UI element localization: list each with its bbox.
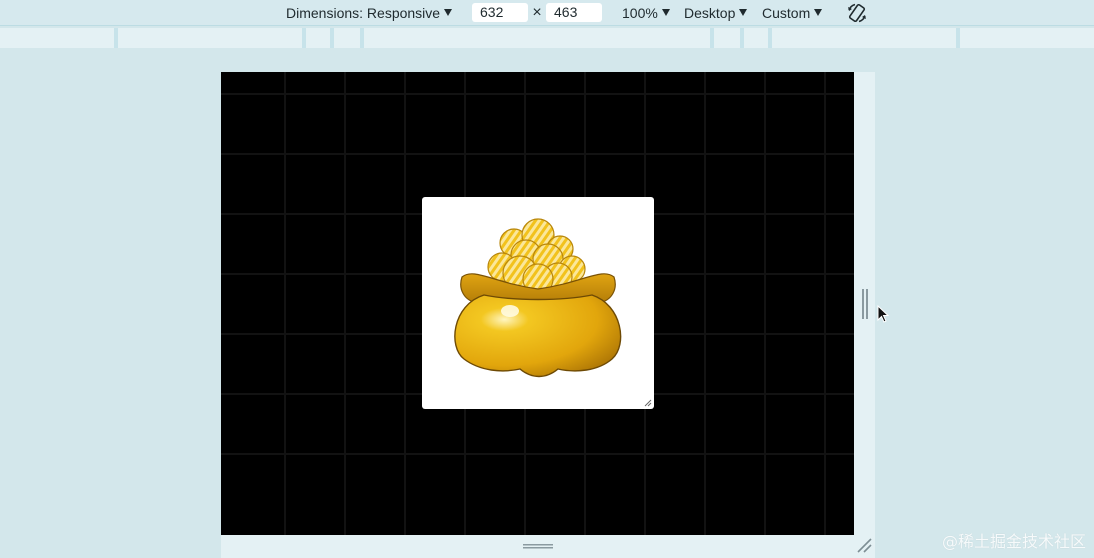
width-input[interactable]: 632 — [472, 3, 528, 22]
dimensions-dropdown[interactable]: Dimensions: Responsive — [286, 0, 453, 26]
horizontal-resize-handle-icon[interactable] — [523, 543, 553, 551]
media-query-segment[interactable] — [772, 28, 956, 48]
times-separator: × — [532, 4, 542, 21]
pot-of-gold-illustration — [454, 218, 622, 378]
mouse-cursor-icon — [877, 305, 889, 323]
media-query-segment[interactable] — [960, 28, 1094, 48]
device-type-label: Desktop — [684, 5, 736, 21]
corner-resize-handle-icon[interactable] — [856, 537, 873, 554]
media-query-segment[interactable] — [744, 28, 768, 48]
rotate-icon[interactable] — [846, 2, 868, 24]
height-input[interactable]: 463 — [546, 3, 602, 22]
chevron-down-icon — [739, 9, 748, 16]
emulated-viewport — [221, 72, 854, 535]
chevron-down-icon — [444, 9, 453, 16]
chevron-down-icon — [661, 9, 670, 16]
dimensions-label: Dimensions: Responsive — [286, 5, 441, 21]
media-query-segment[interactable] — [714, 28, 740, 48]
media-query-segment[interactable] — [118, 28, 302, 48]
vertical-resize-handle-icon[interactable] — [861, 289, 869, 319]
chevron-down-icon — [814, 9, 823, 16]
media-query-segment[interactable] — [334, 28, 360, 48]
resize-handle-icon[interactable] — [644, 399, 652, 407]
media-query-bar — [0, 28, 1094, 48]
media-query-segment[interactable] — [364, 28, 710, 48]
throttle-dropdown[interactable]: Custom — [762, 0, 823, 26]
device-type-dropdown[interactable]: Desktop — [684, 0, 748, 26]
watermark-text: @稀土掘金技术社区 — [941, 532, 1086, 551]
media-query-segment[interactable] — [0, 28, 114, 48]
device-toolbar: Dimensions: Responsive 632 × 463 100% De… — [0, 0, 1094, 26]
throttle-label: Custom — [762, 5, 811, 21]
zoom-dropdown[interactable]: 100% — [622, 0, 670, 26]
zoom-label: 100% — [622, 5, 658, 21]
media-query-segment[interactable] — [306, 28, 330, 48]
pot-card — [422, 197, 654, 409]
